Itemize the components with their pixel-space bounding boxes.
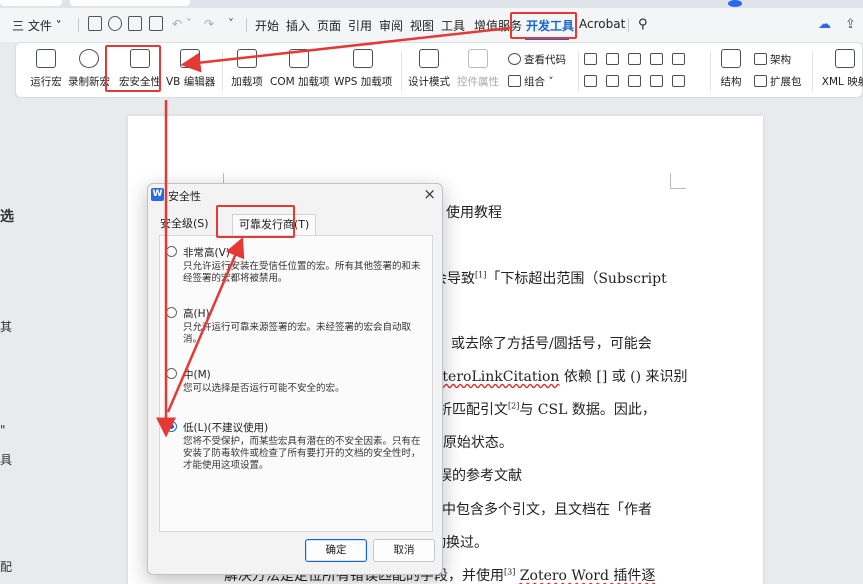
highlight-trusted-tab [216, 205, 295, 238]
run-macro-button[interactable]: 运行宏 [29, 49, 63, 89]
expansion-pack-button[interactable]: 扩展包 [770, 74, 802, 89]
xml-icon [835, 49, 855, 68]
combo-control-icon[interactable] [584, 75, 597, 87]
tab-page[interactable]: 页面 [317, 17, 341, 34]
com-add-ins-button[interactable]: COM 加载项 [270, 49, 330, 89]
view-code-icon [508, 53, 521, 65]
margin-corner [670, 173, 686, 189]
security-dialog: W 安全性 × 安全级(S) 可靠发行商(T) 非常高(V) 只允许运行安装在受… [147, 183, 443, 575]
picture-control-icon[interactable] [628, 53, 641, 65]
group-button[interactable]: 组合 ˅ [524, 74, 554, 89]
radio-low[interactable] [166, 421, 177, 432]
file-menu[interactable]: 三 文件 ˅ [12, 17, 62, 34]
tab-security-level[interactable]: 安全级(S) [154, 214, 215, 236]
chevron-down-icon[interactable]: ˅ [228, 17, 234, 31]
avatar[interactable] [728, 0, 742, 7]
vb-editor-button[interactable]: VB 编辑器 [166, 49, 215, 89]
ok-button[interactable]: 确定 [305, 539, 367, 562]
tab-references[interactable]: 引用 [348, 17, 372, 34]
print-preview-icon[interactable] [149, 16, 163, 31]
schema-icon [754, 53, 767, 65]
side-text: 其 [0, 320, 13, 334]
paragraph-line: 会导致[1]「下标超出范围（Subscript [433, 270, 667, 287]
design-mode-button[interactable]: 设计模式 [408, 49, 450, 89]
radio-very-high[interactable] [166, 246, 177, 257]
share-icon[interactable]: ⇪ [845, 17, 856, 32]
tab-insert[interactable]: 插入 [286, 17, 310, 34]
com-add-in-icon [289, 49, 309, 68]
dropdown-control-icon[interactable] [650, 53, 663, 65]
tab-start[interactable]: 开始 [255, 17, 279, 34]
paragraph-line: 段中包含多个引文，且文档在「作者 [428, 502, 652, 518]
group-icon [508, 75, 521, 87]
legacy-tools-icon[interactable] [672, 75, 685, 87]
paragraph-line: 解析匹配引文[2]与 CSL 数据。因此， [424, 401, 656, 418]
tab-review[interactable]: 审阅 [379, 17, 403, 34]
code-editor-icon [180, 49, 200, 68]
cancel-button[interactable]: 取消 [373, 539, 435, 562]
rich-text-control-icon[interactable] [606, 53, 619, 65]
properties-icon [468, 49, 488, 68]
date-control-icon[interactable] [606, 75, 619, 87]
structure-icon [721, 49, 741, 68]
cube-icon [353, 49, 373, 68]
dialog-title-bar[interactable]: W 安全性 × [148, 184, 442, 206]
paragraph-line: 或去除了方括号/圆括号，可能会 [451, 336, 652, 352]
record-macro-button[interactable]: 录制新宏 [68, 49, 110, 89]
view-code-button[interactable]: 查看代码 [524, 52, 566, 67]
tab-tools[interactable]: 工具 [441, 17, 465, 34]
document-heading: 使用教程 [446, 205, 502, 221]
expansion-pack-icon [754, 75, 767, 87]
search-icon[interactable]: ⚲ [638, 17, 648, 32]
document-tab[interactable] [70, 0, 190, 6]
security-level-panel: 非常高(V) 只允许运行安装在受信任位置的宏。所有其他签署的和未经签署的宏都将被… [159, 235, 433, 532]
side-text: 选 [0, 209, 14, 225]
schema-button[interactable]: 架构 [770, 52, 791, 67]
record-icon [79, 49, 99, 68]
undo-icon[interactable]: ↶ ˅ [172, 17, 192, 31]
text-control-icon[interactable] [584, 53, 597, 65]
paragraph-line: oteroLinkCitation 依赖 [] 或 () 来识别 [434, 369, 688, 385]
export-pdf-icon[interactable] [108, 16, 122, 31]
wps-add-ins-button[interactable]: WPS 加载项 [334, 49, 392, 89]
highlight-developer-tab [510, 12, 577, 39]
home-tab[interactable] [0, 0, 62, 6]
wps-writer-icon: W [151, 188, 164, 201]
add-ins-button[interactable]: 加载项 [230, 49, 264, 89]
xml-mapping-button[interactable]: XML 映射 [820, 49, 863, 89]
side-text: 配 [0, 560, 13, 574]
building-block-icon[interactable] [628, 75, 641, 87]
design-ruler-icon [419, 49, 439, 68]
window-tab-strip [0, 0, 863, 8]
add-in-icon [237, 49, 257, 68]
radio-high[interactable] [166, 307, 177, 318]
redo-icon[interactable]: ↷ [204, 17, 214, 31]
repeat-control-icon[interactable] [650, 75, 663, 87]
side-text: 具 [0, 453, 13, 467]
vb-script-icon [36, 49, 56, 68]
checkbox-control-icon[interactable] [672, 53, 685, 65]
side-text: " [0, 423, 6, 437]
tab-view[interactable]: 视图 [410, 17, 434, 34]
tab-acrobat[interactable]: Acrobat [579, 17, 625, 31]
print-icon[interactable] [128, 16, 142, 31]
control-properties-button[interactable]: 控件属性 [456, 49, 500, 89]
structure-button[interactable]: 结构 [716, 49, 746, 89]
save-icon[interactable] [88, 16, 102, 31]
menu-bar: 三 文件 ˅ ↶ ˅ ↷ ˅ 开始 插入 页面 引用 审阅 视图 工具 增值服务… [0, 8, 863, 42]
highlight-macro-security [105, 45, 161, 92]
radio-medium[interactable] [166, 368, 177, 379]
cloud-upload-icon[interactable]: ☁ [818, 17, 831, 32]
dialog-title: 安全性 [168, 190, 201, 203]
close-icon[interactable]: × [423, 185, 436, 203]
